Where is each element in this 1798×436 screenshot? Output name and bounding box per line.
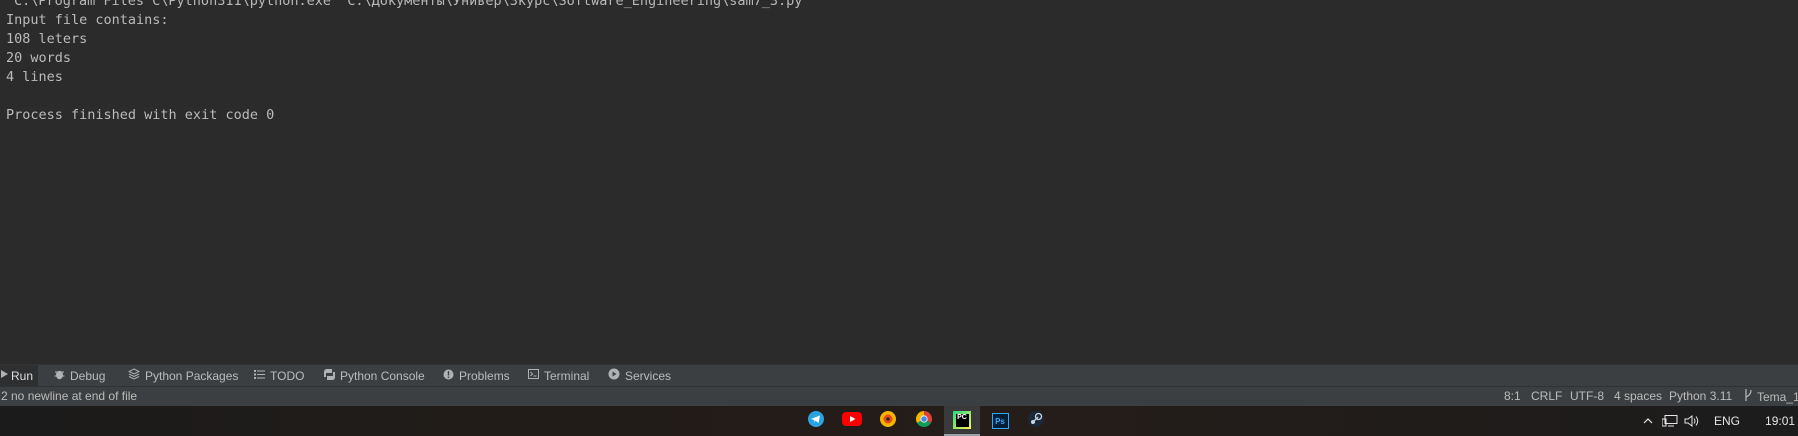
system-tray: ENG 19:01 (1640, 406, 1798, 436)
tab-python-console-label: Python Console (340, 368, 425, 383)
packages-icon (127, 368, 141, 383)
status-message[interactable]: 2 no newline at end of file (1, 389, 137, 403)
taskbar-youtube[interactable] (834, 406, 870, 436)
console-command-line: C:\Program Files C\Python311\python.exe … (14, 0, 803, 9)
todo-list-icon (252, 369, 266, 382)
tab-terminal[interactable]: Terminal (526, 365, 589, 386)
youtube-icon (842, 411, 862, 431)
caret-position[interactable]: 8:1 (1504, 389, 1521, 403)
steam-icon (1027, 410, 1045, 433)
problems-icon (441, 369, 455, 383)
services-icon (607, 368, 621, 383)
network-icon[interactable] (1660, 415, 1680, 427)
tab-terminal-label: Terminal (544, 368, 590, 383)
chevron-up-icon[interactable] (1640, 418, 1656, 424)
console-line-6: Process finished with exit code 0 (6, 107, 275, 123)
music-app-icon (879, 410, 897, 433)
indent-setting[interactable]: 4 spaces (1614, 389, 1662, 403)
tool-window-bar: Run Debug Python Packages TODO Python Co… (0, 364, 1798, 386)
tab-services[interactable]: Services (607, 365, 671, 386)
tab-python-packages-label: Python Packages (145, 368, 239, 383)
taskbar-photoshop[interactable]: Ps (982, 406, 1018, 436)
taskbar-telegram[interactable] (798, 406, 834, 436)
tab-python-console[interactable]: Python Console (322, 365, 425, 386)
photoshop-icon: Ps (991, 413, 1009, 429)
telegram-icon (807, 410, 825, 433)
run-console-output[interactable]: C:\Program Files C\Python311\python.exe … (0, 0, 1798, 364)
pycharm-icon: PC (953, 411, 971, 429)
volume-icon[interactable] (1682, 415, 1702, 427)
tab-python-packages[interactable]: Python Packages (127, 365, 238, 386)
taskbar-steam[interactable] (1018, 406, 1054, 436)
tab-todo-label: TODO (270, 368, 305, 383)
vcs-branch[interactable]: Tema_1 (1744, 389, 1798, 404)
line-separator[interactable]: CRLF (1531, 389, 1562, 403)
taskbar-music-app[interactable] (870, 406, 906, 436)
windows-taskbar: PC Ps ENG 19:01 (0, 406, 1798, 436)
input-language[interactable]: ENG (1714, 414, 1740, 428)
pycharm-badge: PC (955, 413, 969, 427)
tab-todo[interactable]: TODO (252, 365, 304, 386)
status-bar: 2 no newline at end of file 8:1 CRLF UTF… (0, 386, 1798, 406)
tab-debug-label: Debug (70, 368, 106, 383)
terminal-icon (526, 369, 540, 382)
console-line-4: 4 lines (6, 69, 63, 85)
taskbar-chrome[interactable] (906, 406, 942, 436)
python-interpreter[interactable]: Python 3.11 (1669, 389, 1732, 403)
branch-icon (1744, 389, 1753, 404)
bug-icon (52, 368, 66, 383)
console-line-1: Input file contains: (6, 12, 169, 28)
clock-time[interactable]: 19:01 (1765, 414, 1795, 428)
tab-debug[interactable]: Debug (52, 365, 105, 386)
tab-run-label: Run (11, 368, 34, 383)
tab-services-label: Services (625, 368, 672, 383)
tab-run[interactable]: Run (0, 365, 38, 386)
file-encoding[interactable]: UTF-8 (1570, 389, 1604, 403)
play-icon (0, 370, 8, 381)
tab-problems[interactable]: Problems (441, 365, 510, 386)
python-console-icon (322, 368, 336, 383)
console-line-2: 108 leters (6, 31, 88, 47)
branch-name: Tema_1 (1757, 389, 1798, 404)
chrome-icon (915, 410, 933, 433)
taskbar-pycharm[interactable]: PC (944, 406, 980, 436)
console-line-3: 20 words (6, 50, 72, 66)
tab-problems-label: Problems (459, 368, 510, 383)
